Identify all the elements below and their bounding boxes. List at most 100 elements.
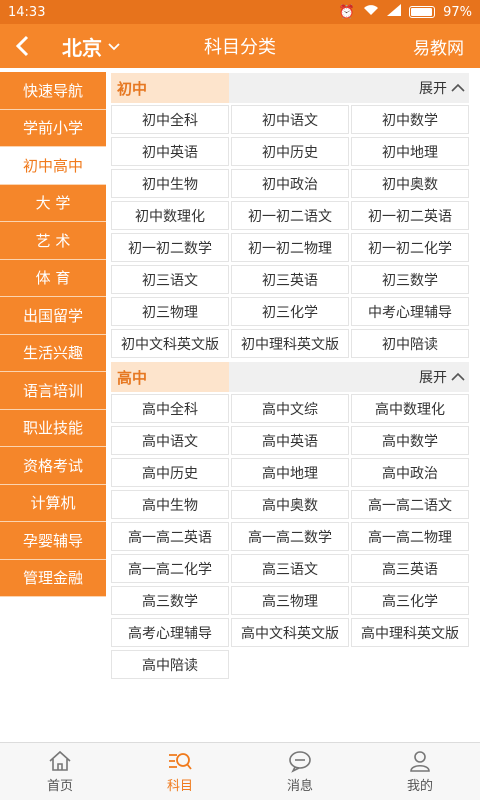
subject-item[interactable]: 初中理科英文版 <box>231 329 349 358</box>
tab-subject-label: 科目 <box>166 779 193 794</box>
subject-item[interactable]: 高三英语 <box>351 554 469 583</box>
chevron-up-icon[interactable] <box>451 81 469 96</box>
sidebar-item[interactable]: 学前小学 <box>0 109 106 147</box>
home-icon <box>49 750 71 771</box>
status-bar: 14:33 ⏰ 97% <box>0 0 480 24</box>
sidebar-item[interactable]: 出国留学 <box>0 297 106 335</box>
subject-item[interactable]: 初中数理化 <box>111 201 229 230</box>
battery-level: 97% <box>443 4 472 20</box>
user-icon <box>410 751 430 772</box>
sidebar-item[interactable]: 体 育 <box>0 259 106 297</box>
city-selector[interactable]: 北京 <box>62 32 120 61</box>
subject-item[interactable]: 高中理科英文版 <box>351 618 469 647</box>
subject-item[interactable]: 初中数学 <box>351 105 469 134</box>
subject-item[interactable]: 高中文科英文版 <box>231 618 349 647</box>
subject-item[interactable]: 初三语文 <box>111 265 229 294</box>
tab-subject[interactable]: 科目 <box>120 743 240 800</box>
section-header: 初中 展开 <box>111 73 469 103</box>
subject-item[interactable]: 初三数学 <box>351 265 469 294</box>
subject-item[interactable]: 高考心理辅导 <box>111 618 229 647</box>
subject-item[interactable]: 高三物理 <box>231 586 349 615</box>
section-header: 高中 展开 <box>111 362 469 392</box>
sidebar-item[interactable]: 初中高中 <box>0 147 106 185</box>
tab-message[interactable]: 消息 <box>240 743 360 800</box>
subject-item[interactable]: 初一初二化学 <box>351 233 469 262</box>
subject-grid: 高中全科 高中文综 高中数理化高中语文 高中英语 高中数学高中历史 高中地理 高中政治高中生… <box>111 394 469 679</box>
subject-item[interactable]: 高中陪读 <box>111 650 229 679</box>
status-time: 14:33 <box>8 4 46 20</box>
sidebar-item[interactable]: 大 学 <box>0 184 106 222</box>
alarm-icon: ⏰ <box>338 4 356 20</box>
subject-item[interactable]: 高一高二数学 <box>231 522 349 551</box>
subject-item[interactable]: 初中文科英文版 <box>111 329 229 358</box>
subject-item[interactable]: 高中政治 <box>351 458 469 487</box>
subject-item[interactable]: 高三数学 <box>111 586 229 615</box>
subject-item[interactable]: 初中地理 <box>351 137 469 166</box>
subject-item[interactable]: 高中全科 <box>111 394 229 423</box>
sidebar-item[interactable]: 管理金融 <box>0 559 106 597</box>
sidebar-item[interactable]: 语言培训 <box>0 372 106 410</box>
subject-item[interactable]: 初三化学 <box>231 297 349 326</box>
subject-item[interactable]: 高中历史 <box>111 458 229 487</box>
tab-home[interactable]: 首页 <box>0 743 120 800</box>
subject-content: 初中 展开 初中全科 初中语文 初中数学 初中英语 初中历史 初中地理 初中生物 初中政治 初中奥数… <box>111 73 469 683</box>
subject-item[interactable]: 初中奥数 <box>351 169 469 198</box>
subject-item[interactable]: 高中数学 <box>351 426 469 455</box>
subject-item[interactable]: 高一高二化学 <box>111 554 229 583</box>
subject-item[interactable]: 初中政治 <box>231 169 349 198</box>
subject-item[interactable]: 高中数理化 <box>351 394 469 423</box>
subject-item[interactable]: 高中地理 <box>231 458 349 487</box>
top-bar: 北京 科目分类 易教网 <box>0 24 480 68</box>
chevron-up-icon[interactable] <box>451 370 469 385</box>
subject-item[interactable]: 高中英语 <box>231 426 349 455</box>
subject-item[interactable]: 初中生物 <box>111 169 229 198</box>
subject-item[interactable]: 初中语文 <box>231 105 349 134</box>
tab-mine-label: 我的 <box>406 779 433 794</box>
subject-item[interactable]: 高中语文 <box>111 426 229 455</box>
sidebar-item[interactable]: 快速导航 <box>0 72 106 110</box>
subject-item[interactable]: 初三物理 <box>111 297 229 326</box>
subject-item[interactable]: 中考心理辅导 <box>351 297 469 326</box>
sidebar-item[interactable]: 计算机 <box>0 484 106 522</box>
brand-logo: 易教网 <box>413 38 464 59</box>
tab-message-label: 消息 <box>286 779 313 794</box>
chevron-down-icon <box>108 40 120 54</box>
tab-mine[interactable]: 我的 <box>360 743 480 800</box>
expand-button[interactable]: 展开 <box>229 78 451 98</box>
subject-item[interactable]: 初一初二物理 <box>231 233 349 262</box>
message-icon <box>289 751 311 773</box>
back-button[interactable] <box>0 24 44 68</box>
back-arrow-icon <box>15 35 29 57</box>
subject-item[interactable]: 高中生物 <box>111 490 229 519</box>
subject-item[interactable]: 初一初二语文 <box>231 201 349 230</box>
expand-button[interactable]: 展开 <box>229 367 451 387</box>
subject-item[interactable]: 高三语文 <box>231 554 349 583</box>
sidebar: 快速导航 学前小学 初中高中大 学艺 术体 育出国留学 生活兴趣 语言培训 职业技能 资格考… <box>0 72 106 597</box>
subject-item[interactable]: 高一高二语文 <box>351 490 469 519</box>
sidebar-item[interactable]: 艺 术 <box>0 222 106 260</box>
subject-item[interactable]: 初三英语 <box>231 265 349 294</box>
subject-item[interactable]: 初中陪读 <box>351 329 469 358</box>
subject-item[interactable]: 高一高二英语 <box>111 522 229 551</box>
subject-item[interactable]: 初一初二英语 <box>351 201 469 230</box>
subject-item[interactable]: 初中英语 <box>111 137 229 166</box>
subject-item[interactable]: 高一高二物理 <box>351 522 469 551</box>
subject-item[interactable]: 高中文综 <box>231 394 349 423</box>
battery-icon <box>409 6 436 18</box>
sidebar-item[interactable]: 生活兴趣 <box>0 334 106 372</box>
subject-item[interactable]: 初一初二数学 <box>111 233 229 262</box>
subject-icon <box>169 753 192 770</box>
sidebar-item[interactable]: 职业技能 <box>0 409 106 447</box>
subject-item[interactable]: 初中全科 <box>111 105 229 134</box>
city-name: 北京 <box>62 35 102 60</box>
wifi-icon <box>363 4 379 20</box>
subject-item[interactable]: 初中历史 <box>231 137 349 166</box>
bottom-tab-bar: 首页 科目 消息 我的 <box>0 742 480 800</box>
sidebar-item[interactable]: 资格考试 <box>0 447 106 485</box>
tab-home-label: 首页 <box>46 779 73 794</box>
sidebar-item[interactable]: 孕婴辅导 <box>0 522 106 560</box>
section-title: 高中 <box>111 362 229 392</box>
subject-item[interactable]: 高三化学 <box>351 586 469 615</box>
subject-item[interactable]: 高中奥数 <box>231 490 349 519</box>
section-title: 初中 <box>111 73 229 103</box>
